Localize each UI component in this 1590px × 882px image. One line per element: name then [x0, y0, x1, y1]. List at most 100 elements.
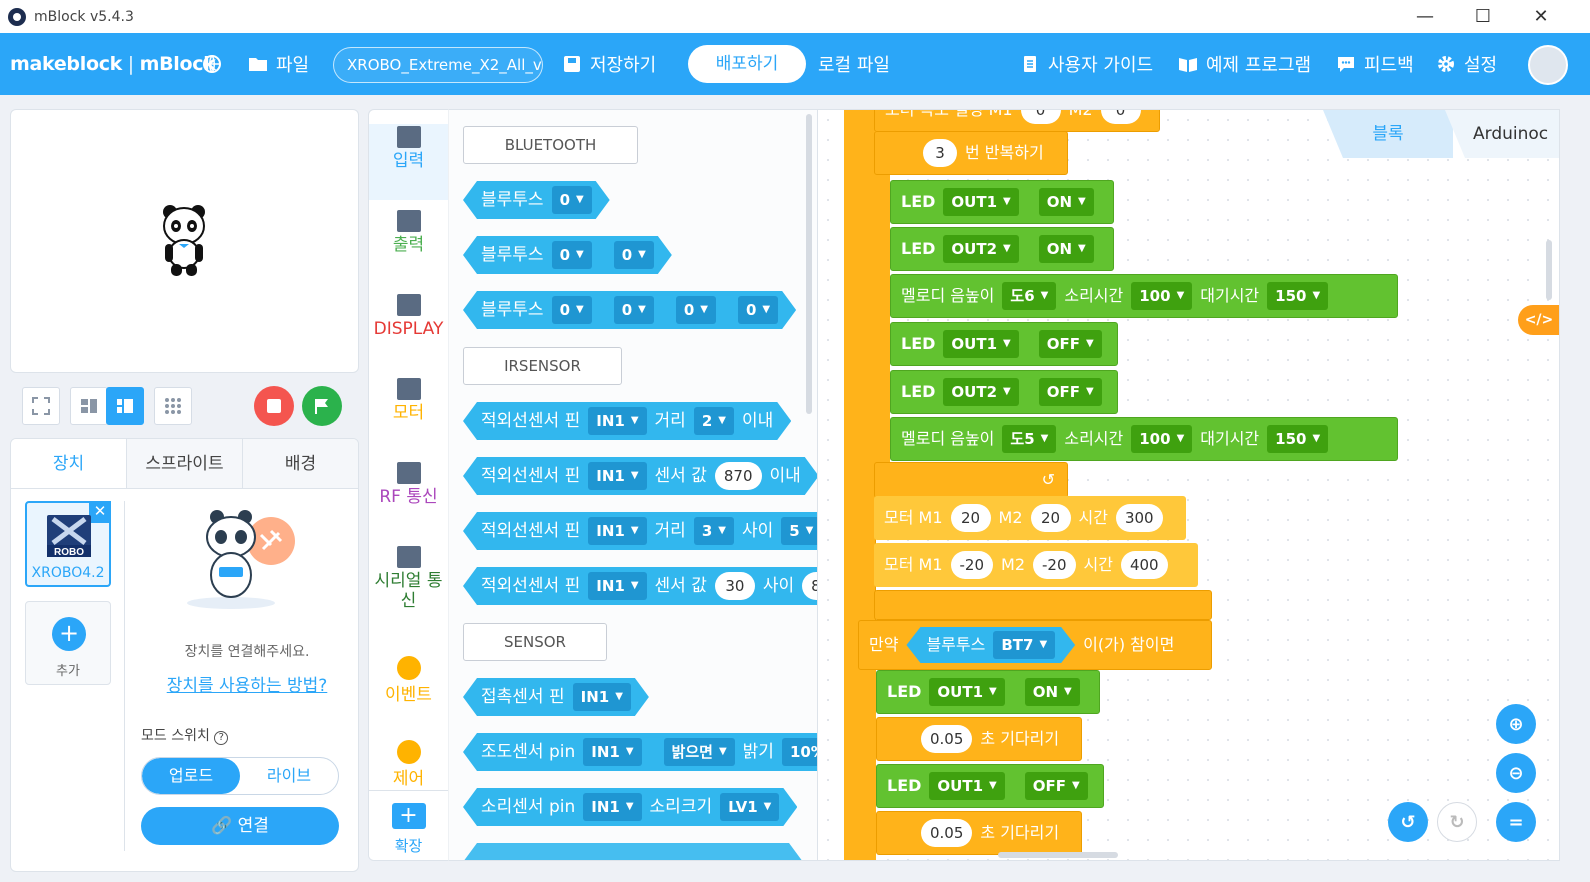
block-motor-set-partial[interactable]: 모터 속도 설정 M1 0 M2 0 — [874, 110, 1160, 132]
stop-button[interactable] — [254, 386, 294, 426]
zoom-in-icon: ⊕ — [1508, 713, 1524, 735]
minimize-button[interactable]: — — [1396, 0, 1454, 33]
project-name-input[interactable]: XROBO_Extreme_X2_All_v. — [333, 47, 543, 83]
xrobo-logo: ROBO — [47, 515, 91, 558]
robo-icon — [396, 126, 421, 148]
category-control[interactable]: 제어 — [369, 740, 448, 789]
block-led-out1-off[interactable]: LEDOUT1OFF — [890, 322, 1118, 366]
undo-button[interactable]: ↺ — [1388, 802, 1428, 842]
block-light-sensor[interactable]: 조도센서 pinIN1밝으면밝기10% — [463, 733, 818, 771]
local-file-button[interactable]: 로컬 파일 — [818, 33, 890, 95]
zoom-out-button[interactable]: ⊖ — [1496, 753, 1536, 793]
block-repeat[interactable]: 3번 반복하기 — [874, 131, 1068, 175]
category-input[interactable]: 입력 — [369, 124, 448, 200]
help-icon[interactable]: ? — [214, 731, 229, 745]
tab-arduino-code[interactable]: Arduinoc — [1445, 110, 1559, 158]
menu-bar: makeblock | mBlock 파일 XROBO_Extreme_X2_A… — [0, 33, 1590, 95]
canvas-vertical-scrollbar[interactable] — [1546, 240, 1552, 300]
howto-link[interactable]: 장치를 사용하는 방법? — [134, 671, 358, 696]
category-motor[interactable]: 모터 — [369, 378, 448, 423]
if-spine — [858, 670, 876, 860]
redo-button[interactable]: ↻ — [1437, 802, 1477, 842]
user-guide-button[interactable]: 사용자 가이드 — [1020, 33, 1153, 95]
show-code-button[interactable]: </> — [1518, 305, 1559, 335]
block-bluetooth-1[interactable]: 블루투스 0 — [463, 181, 610, 219]
user-avatar[interactable] — [1528, 45, 1568, 85]
stop-icon — [267, 399, 281, 413]
stage-area[interactable] — [10, 109, 359, 373]
language-button[interactable] — [202, 33, 222, 95]
block-sound-sensor[interactable]: 소리센서 pinIN1소리크기LV1 — [463, 788, 797, 826]
block-bluetooth-4[interactable]: 블루투스0000 — [463, 291, 796, 329]
undo-icon: ↺ — [1400, 811, 1416, 833]
feedback-button[interactable]: 피드백 — [1336, 33, 1414, 95]
add-device-button[interactable]: + 추가 — [25, 601, 111, 685]
script-canvas[interactable]: 모터 속도 설정 M10M20 3번 반복하기 LEDOUT1ON LEDOUT… — [818, 109, 1560, 861]
document-icon — [1024, 56, 1036, 72]
tab-blocks[interactable]: 블록 — [1323, 110, 1453, 158]
block-led-out2-on[interactable]: LEDOUT2ON — [890, 227, 1114, 271]
equals-icon: = — [1508, 811, 1524, 833]
green-flag-button[interactable] — [302, 386, 342, 426]
block-ir-distance[interactable]: 적외선센서 핀IN1거리2이내 — [463, 402, 791, 440]
brand-logo: makeblock | mBlock — [10, 53, 216, 75]
block-palette: BLUETOOTH 블루투스0 블루투스00 블루투스0000 IRSENSOR… — [448, 109, 818, 861]
small-stage-button[interactable] — [70, 387, 108, 425]
palette-scrollbar[interactable] — [806, 114, 812, 414]
section-sensor: SENSOR — [463, 623, 607, 661]
panda-sprite[interactable] — [159, 202, 209, 278]
block-motor-backward[interactable]: 모터 M1 -20 M2 -20 시간 400 — [874, 543, 1198, 587]
live-mode-button[interactable]: 라이브 — [240, 758, 338, 794]
extension-plus-icon: + — [391, 803, 426, 829]
block-led-out1-on[interactable]: LEDOUT1ON — [890, 180, 1114, 224]
zoom-in-button[interactable]: ⊕ — [1496, 704, 1536, 744]
block-motor-forward[interactable]: 모터 M1 20 M2 20 시간 300 — [874, 496, 1186, 540]
normal-stage-button[interactable] — [106, 387, 144, 425]
upload-mode-button[interactable]: 업로드 — [142, 758, 240, 794]
xrobo-x-icon: ROBO — [47, 517, 91, 558]
block-if-led-out1-off[interactable]: LEDOUT1OFF — [876, 764, 1104, 808]
examples-button[interactable]: 예제 프로그램 — [1178, 33, 1311, 95]
canvas-horizontal-scrollbar[interactable] — [998, 852, 1118, 858]
tab-backdrop[interactable]: 배경 — [242, 439, 358, 488]
fullscreen-button[interactable] — [22, 387, 60, 425]
close-window-button[interactable]: ✕ — [1512, 0, 1570, 33]
block-touch-sensor[interactable]: 접촉센서 핀 IN1 — [463, 678, 649, 716]
tab-sprites[interactable]: 스프라이트 — [126, 439, 242, 488]
tab-devices[interactable]: 장치 — [11, 439, 126, 488]
block-bluetooth-2[interactable]: 블루투스00 — [463, 236, 672, 274]
mode-switch-label: 모드 스위치 ? — [141, 725, 229, 745]
remove-device-icon[interactable]: ✕ — [89, 501, 111, 523]
settings-button[interactable]: 설정 — [1436, 33, 1497, 95]
block-ir-distance-between[interactable]: 적외선센서 핀IN1거리3사이5 — [463, 512, 818, 550]
device-panel: 장치 스프라이트 배경 ✕ ROBO XROBO4.2 + 추가 장치를 연결해… — [10, 438, 359, 872]
category-rf[interactable]: RF 통신 — [369, 462, 448, 507]
block-ir-value[interactable]: 적외선센서 핀IN1센서 값870이내 — [463, 457, 818, 495]
block-partial[interactable] — [463, 843, 803, 861]
block-led-out2-off[interactable]: LEDOUT2OFF — [890, 370, 1118, 414]
block-melody-do5[interactable]: 멜로디 음높이도5소리시간100대기시간150 — [890, 417, 1398, 461]
link-icon: 🔗 — [211, 816, 233, 836]
zoom-reset-button[interactable]: = — [1496, 802, 1536, 842]
category-events[interactable]: 이벤트 — [369, 656, 448, 705]
category-serial[interactable]: 시리얼 통신 — [369, 546, 448, 611]
grid-view-button[interactable] — [154, 387, 192, 425]
block-melody-do6[interactable]: 멜로디 음높이도6소리시간100대기시간150 — [890, 274, 1398, 318]
block-wait-1[interactable]: 0.05 초 기다리기 — [876, 717, 1082, 761]
block-if-led-out1-on[interactable]: LEDOUT1ON — [876, 670, 1100, 714]
section-irsensor: IRSENSOR — [463, 347, 622, 385]
extension-button[interactable]: + 확장 — [369, 790, 448, 860]
maximize-button[interactable]: ☐ — [1454, 0, 1512, 33]
connect-button[interactable]: 🔗 연결 — [141, 807, 339, 845]
block-wait-2[interactable]: 0.05 초 기다리기 — [876, 811, 1082, 855]
save-button[interactable]: 저장하기 — [562, 33, 656, 95]
plus-icon: + — [52, 617, 86, 651]
category-output[interactable]: 출력 — [369, 210, 448, 255]
file-menu[interactable]: 파일 — [248, 33, 309, 95]
device-card-xrobo[interactable]: ✕ ROBO XROBO4.2 — [25, 501, 111, 587]
publish-button[interactable]: 배포하기 — [688, 45, 806, 83]
block-if[interactable]: 만약블루투스BT7이(가) 참이면 — [858, 620, 1212, 670]
robo-icon — [396, 210, 421, 232]
category-display[interactable]: DISPLAY — [369, 294, 448, 339]
block-ir-value-between[interactable]: 적외선센서 핀IN1센서 값30사이870 — [463, 567, 818, 605]
